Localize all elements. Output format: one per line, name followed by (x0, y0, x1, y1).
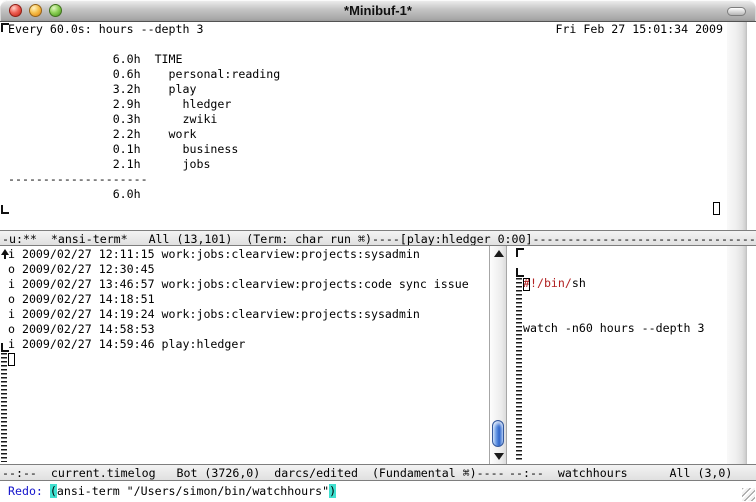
timelog-scrollbar[interactable] (489, 246, 507, 464)
watch-datetime: Fri Feb 27 15:01:34 2009 (8, 22, 723, 37)
resize-grip[interactable] (742, 488, 755, 501)
top-window-scrollbar[interactable] (727, 22, 747, 230)
scroll-down-icon[interactable] (494, 453, 504, 460)
timelog-hollow-cursor (8, 353, 15, 366)
watch-command-line[interactable]: watch -n60 hours --depth 3 (523, 321, 704, 336)
script-hollow-cursor (523, 278, 530, 291)
toolbar-toggle-button[interactable] (727, 7, 746, 16)
timelog-buffer[interactable]: i 2009/02/27 12:11:15 work:jobs:clearvie… (8, 247, 469, 352)
watchhours-buffer[interactable]: #!/bin/sh watch -n60 hours --depth 3 (523, 246, 704, 366)
mode-line-watchhours[interactable]: --:-- watchhours All (3,0) (507, 464, 756, 481)
buffer-end-indicator-icon (1, 343, 9, 352)
mode-line-timelog[interactable]: --:-- current.timelog Bot (3726,0) darcs… (0, 464, 507, 481)
hours-report-buffer[interactable]: 6.0h TIME 0.6h personal:reading 3.2h pla… (8, 37, 280, 202)
buffer-end-indicator-icon (1, 205, 9, 214)
close-paren-highlight: ) (329, 484, 336, 498)
minibuffer[interactable]: Redo: (ansi-term "/Users/simon/bin/watch… (0, 481, 756, 502)
script-window-scrollbar[interactable] (727, 246, 747, 464)
shebang-interpreter: sh (572, 276, 586, 290)
empty-lines-indicator (1, 353, 7, 462)
minibuffer-content: ansi-term "/Users/simon/bin/watchhours" (57, 484, 329, 498)
window-titlebar[interactable]: *Minibuf-1* (0, 0, 756, 22)
empty-lines-indicator (516, 278, 522, 462)
mode-line-ansi-term[interactable]: -u:** *ansi-term* All (13,101) (Term: ch… (0, 230, 756, 246)
term-hollow-cursor (713, 202, 720, 215)
shebang-comment: #!/bin/ (523, 276, 572, 290)
window-title: *Minibuf-1* (0, 0, 756, 22)
emacs-frame: *Minibuf-1* Every 60.0s: hours --depth 3… (0, 0, 756, 502)
scroll-up-icon[interactable] (494, 250, 504, 257)
open-paren-highlight: ( (50, 484, 57, 498)
shebang-line[interactable]: #!/bin/sh (523, 276, 704, 291)
scrollbar-thumb[interactable] (492, 420, 504, 447)
minibuffer-prompt: Redo: (8, 484, 50, 498)
